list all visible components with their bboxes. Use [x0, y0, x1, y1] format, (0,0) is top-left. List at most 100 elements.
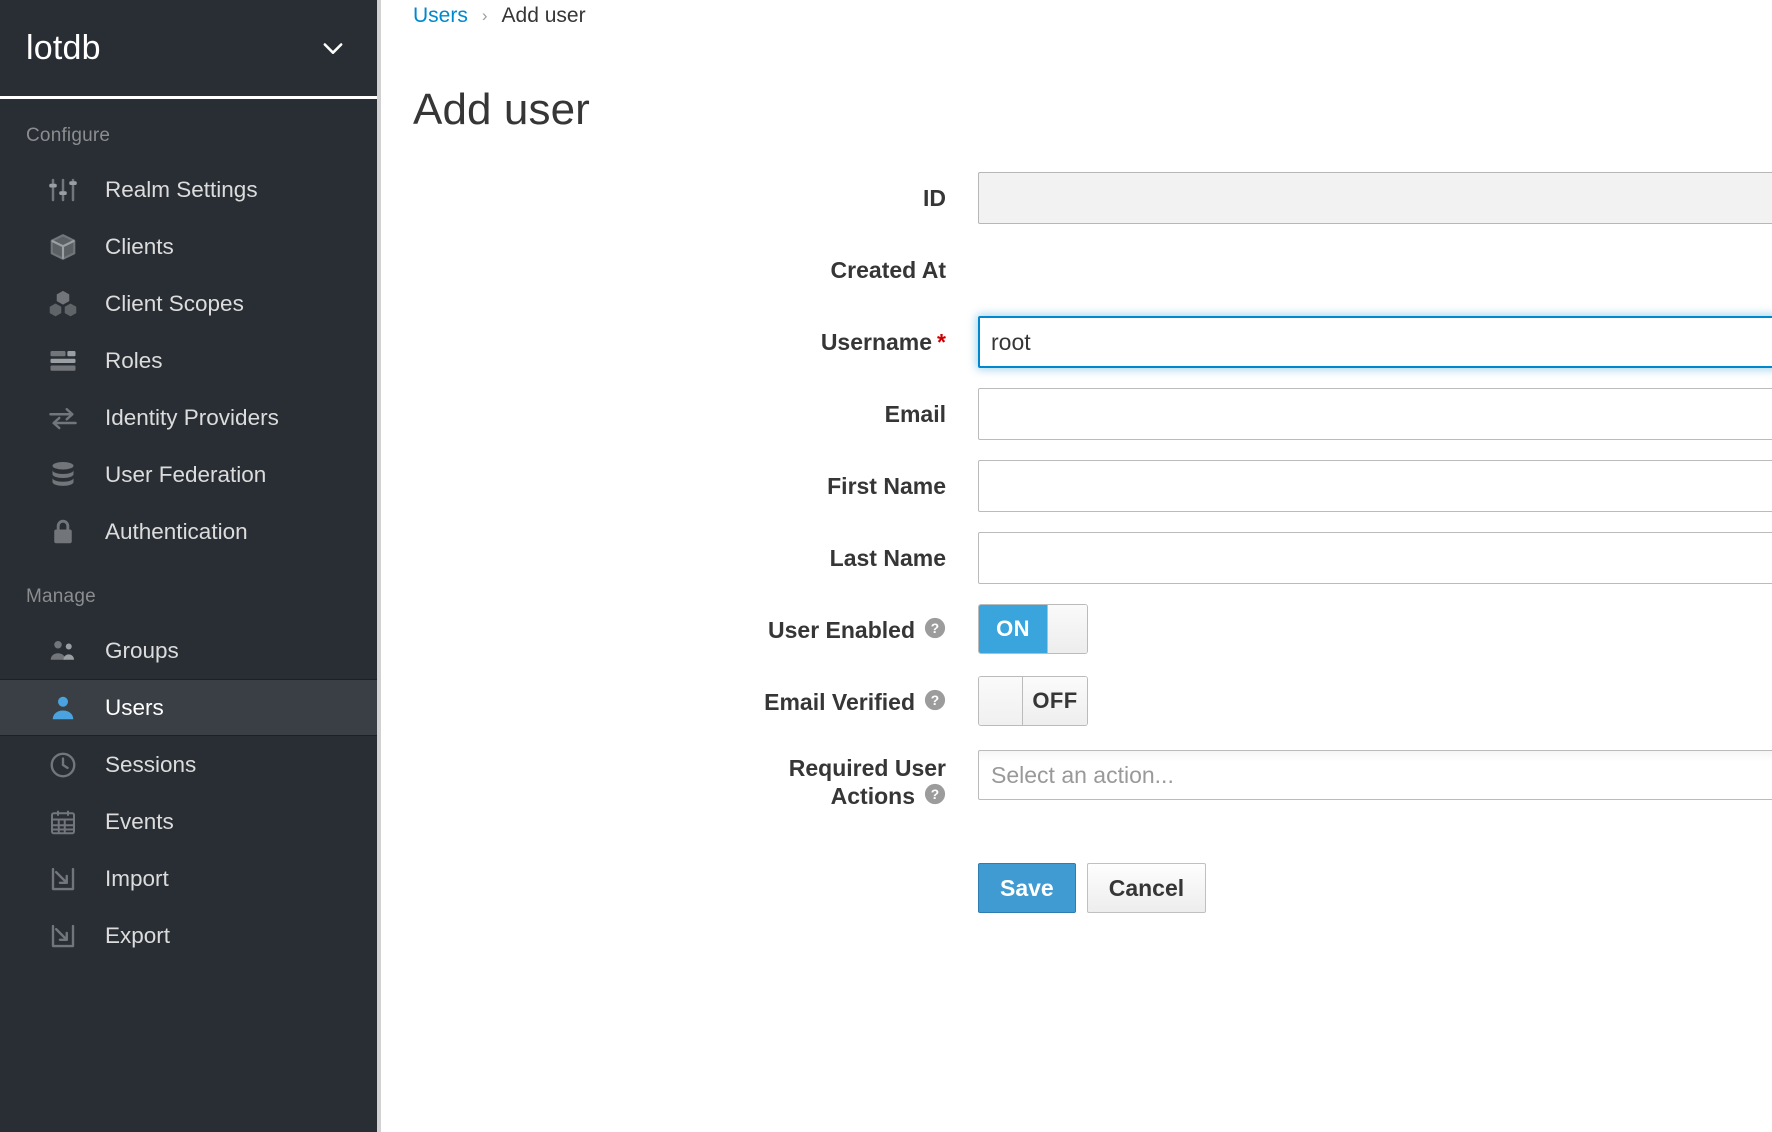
- label-first-name: First Name: [381, 460, 978, 500]
- label-user-enabled-text: User Enabled: [768, 617, 915, 643]
- toggle-off-label: OFF: [1023, 677, 1087, 725]
- id-input: [978, 172, 1772, 224]
- question-circle-icon[interactable]: ?: [924, 783, 946, 811]
- sidebar-item-label: Sessions: [105, 752, 196, 778]
- sidebar-item-users[interactable]: Users: [0, 679, 377, 736]
- nav-group-label-configure: Configure: [0, 99, 377, 161]
- label-email: Email: [381, 388, 978, 428]
- form-action-buttons: Save Cancel: [978, 863, 1772, 913]
- cubes-icon: [48, 289, 78, 319]
- main-content: Users › Add user Add user ID Created At: [381, 0, 1772, 1132]
- question-circle-icon[interactable]: ?: [924, 617, 946, 645]
- sidebar-item-sessions[interactable]: Sessions: [0, 736, 377, 793]
- label-created-at: Created At: [381, 244, 978, 284]
- label-last-name: Last Name: [381, 532, 978, 572]
- cancel-button[interactable]: Cancel: [1087, 863, 1206, 913]
- toggle-handle: [1047, 605, 1087, 653]
- save-button[interactable]: Save: [978, 863, 1076, 913]
- breadcrumb-current: Add user: [502, 4, 586, 28]
- breadcrumb: Users › Add user: [381, 0, 1772, 30]
- sidebar-item-groups[interactable]: Groups: [0, 622, 377, 679]
- first-name-input[interactable]: [978, 460, 1772, 512]
- add-user-form: ID Created At Username*: [381, 172, 1772, 913]
- sliders-icon: [48, 175, 78, 205]
- svg-text:?: ?: [931, 621, 939, 636]
- realm-selector[interactable]: lotdb: [0, 0, 377, 99]
- lock-icon: [48, 517, 78, 547]
- svg-text:?: ?: [931, 787, 939, 802]
- sidebar-item-roles[interactable]: Roles: [0, 332, 377, 389]
- sidebar-item-label: Events: [105, 809, 174, 835]
- breadcrumb-link-users[interactable]: Users: [413, 4, 468, 28]
- label-required-user-actions: Required User Actions?: [381, 750, 978, 813]
- page-title: Add user: [413, 86, 1772, 134]
- sidebar-item-label: User Federation: [105, 462, 266, 488]
- form-row-first-name: First Name: [381, 460, 1772, 512]
- sidebar-item-identity-providers[interactable]: Identity Providers: [0, 389, 377, 446]
- clock-icon: [48, 750, 78, 780]
- form-row-email-verified: Email Verified? OFF: [381, 676, 1772, 730]
- required-marker: *: [937, 329, 946, 355]
- sidebar-item-label: Identity Providers: [105, 405, 279, 431]
- sidebar-item-label: Clients: [105, 234, 174, 260]
- sidebar-item-user-federation[interactable]: User Federation: [0, 446, 377, 503]
- sidebar-item-authentication[interactable]: Authentication: [0, 503, 377, 560]
- label-email-verified: Email Verified?: [381, 676, 978, 719]
- label-required-user-actions-line2-wrap: Actions?: [381, 782, 946, 813]
- label-username-text: Username: [821, 329, 932, 355]
- sidebar: lotdb Configure Realm Settings Clien: [0, 0, 381, 1132]
- toggle-handle: [979, 677, 1023, 725]
- label-id: ID: [381, 172, 978, 212]
- cube-icon: [48, 232, 78, 262]
- sidebar-item-realm-settings[interactable]: Realm Settings: [0, 161, 377, 218]
- required-user-actions-placeholder: Select an action...: [991, 762, 1174, 789]
- form-row-user-enabled: User Enabled? ON: [381, 604, 1772, 656]
- toggle-on-label: ON: [979, 605, 1047, 653]
- form-row-id: ID: [381, 172, 1772, 224]
- sidebar-item-import[interactable]: Import: [0, 850, 377, 907]
- sidebar-item-label: Users: [105, 695, 164, 721]
- label-required-user-actions-line2: Actions: [831, 783, 915, 809]
- username-input[interactable]: [978, 316, 1772, 368]
- last-name-input[interactable]: [978, 532, 1772, 584]
- sidebar-item-label: Authentication: [105, 519, 248, 545]
- database-icon: [48, 460, 78, 490]
- form-row-actions: Save Cancel: [381, 833, 1772, 913]
- sidebar-item-clients[interactable]: Clients: [0, 218, 377, 275]
- user-icon: [48, 693, 78, 723]
- calendar-icon: [48, 807, 78, 837]
- sidebar-item-label: Roles: [105, 348, 163, 374]
- nav-group-label-manage: Manage: [0, 560, 377, 622]
- created-at-value: [978, 244, 1772, 296]
- form-row-username: Username*: [381, 316, 1772, 368]
- form-row-email: Email: [381, 388, 1772, 440]
- label-required-user-actions-line1: Required User: [381, 754, 946, 782]
- users-group-icon: [48, 636, 78, 666]
- exchange-arrows-icon: [48, 403, 78, 433]
- email-input[interactable]: [978, 388, 1772, 440]
- sidebar-item-export[interactable]: Export: [0, 907, 377, 964]
- actions-label-spacer: [381, 833, 978, 845]
- import-arrow-icon: [48, 864, 78, 894]
- sidebar-item-label: Client Scopes: [105, 291, 244, 317]
- chevron-down-icon[interactable]: [319, 34, 347, 62]
- keycloak-admin-console: lotdb Configure Realm Settings Clien: [0, 0, 1772, 1132]
- breadcrumb-separator-icon: ›: [482, 6, 488, 26]
- email-verified-toggle[interactable]: OFF: [978, 676, 1088, 726]
- form-row-created-at: Created At: [381, 244, 1772, 296]
- svg-text:?: ?: [931, 693, 939, 708]
- form-row-required-user-actions: Required User Actions? Select an action.…: [381, 750, 1772, 813]
- required-user-actions-select[interactable]: Select an action...: [978, 750, 1772, 800]
- label-email-verified-text: Email Verified: [764, 689, 915, 715]
- question-circle-icon[interactable]: ?: [924, 689, 946, 717]
- sidebar-item-events[interactable]: Events: [0, 793, 377, 850]
- form-row-last-name: Last Name: [381, 532, 1772, 584]
- export-arrow-icon: [48, 921, 78, 951]
- sidebar-item-label: Import: [105, 866, 169, 892]
- sidebar-item-label: Export: [105, 923, 170, 949]
- user-enabled-toggle[interactable]: ON: [978, 604, 1088, 654]
- realm-name: lotdb: [26, 31, 101, 65]
- label-username: Username*: [381, 316, 978, 356]
- sidebar-item-label: Groups: [105, 638, 179, 664]
- sidebar-item-client-scopes[interactable]: Client Scopes: [0, 275, 377, 332]
